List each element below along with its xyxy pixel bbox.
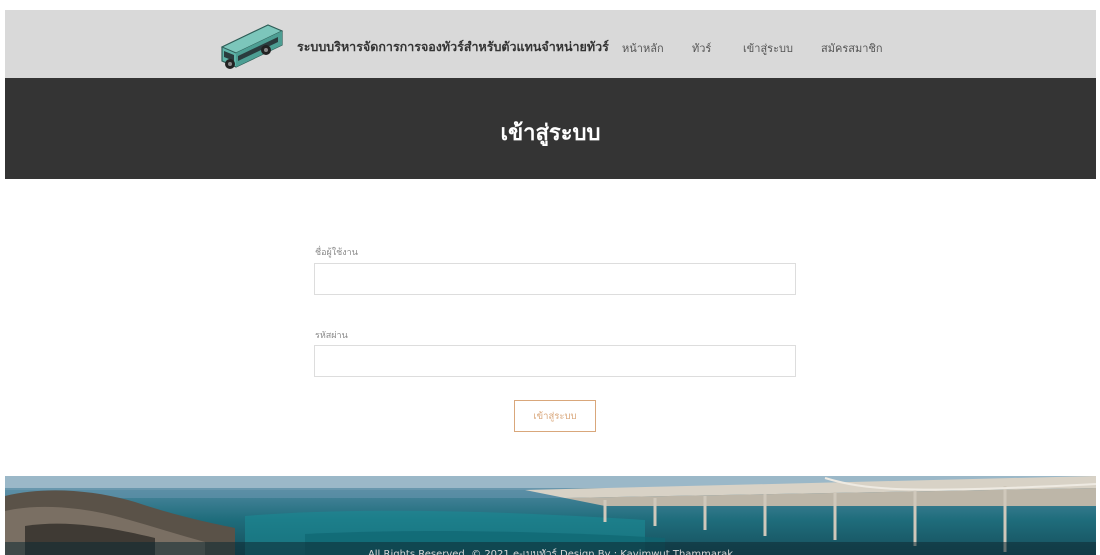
password-input[interactable] [314, 345, 796, 377]
nav-login[interactable]: เข้าสู่ระบบ [743, 39, 793, 57]
footer: All Rights Reserved. © 2021 e-เบนทัวร์ D… [5, 476, 1096, 555]
bus-icon[interactable] [216, 17, 286, 73]
site-brand[interactable]: ระบบบริหารจัดการการจองทัวร์สำหรับตัวแทนจ… [297, 37, 609, 57]
nav-register[interactable]: สมัครสมาชิก [821, 39, 883, 57]
username-input[interactable] [314, 263, 796, 295]
username-label: ชื่อผู้ใช้งาน [315, 248, 358, 258]
copyright-text: All Rights Reserved. © 2021 e-เบนทัวร์ D… [367, 549, 734, 555]
nav-tours[interactable]: ทัวร์ [692, 39, 711, 57]
page-title: เข้าสู่ระบบ [500, 121, 601, 146]
page-title-banner: เข้าสู่ระบบ [5, 78, 1096, 179]
password-label: รหัสผ่าน [315, 331, 348, 341]
nav-home[interactable]: หน้าหลัก [622, 39, 664, 57]
login-button[interactable]: เข้าสู่ระบบ [514, 400, 596, 432]
page: ระบบบริหารจัดการการจองทัวร์สำหรับตัวแทนจ… [0, 0, 1100, 555]
footer-beach-image [5, 476, 1096, 555]
top-navbar: ระบบบริหารจัดการการจองทัวร์สำหรับตัวแทนจ… [5, 10, 1096, 78]
